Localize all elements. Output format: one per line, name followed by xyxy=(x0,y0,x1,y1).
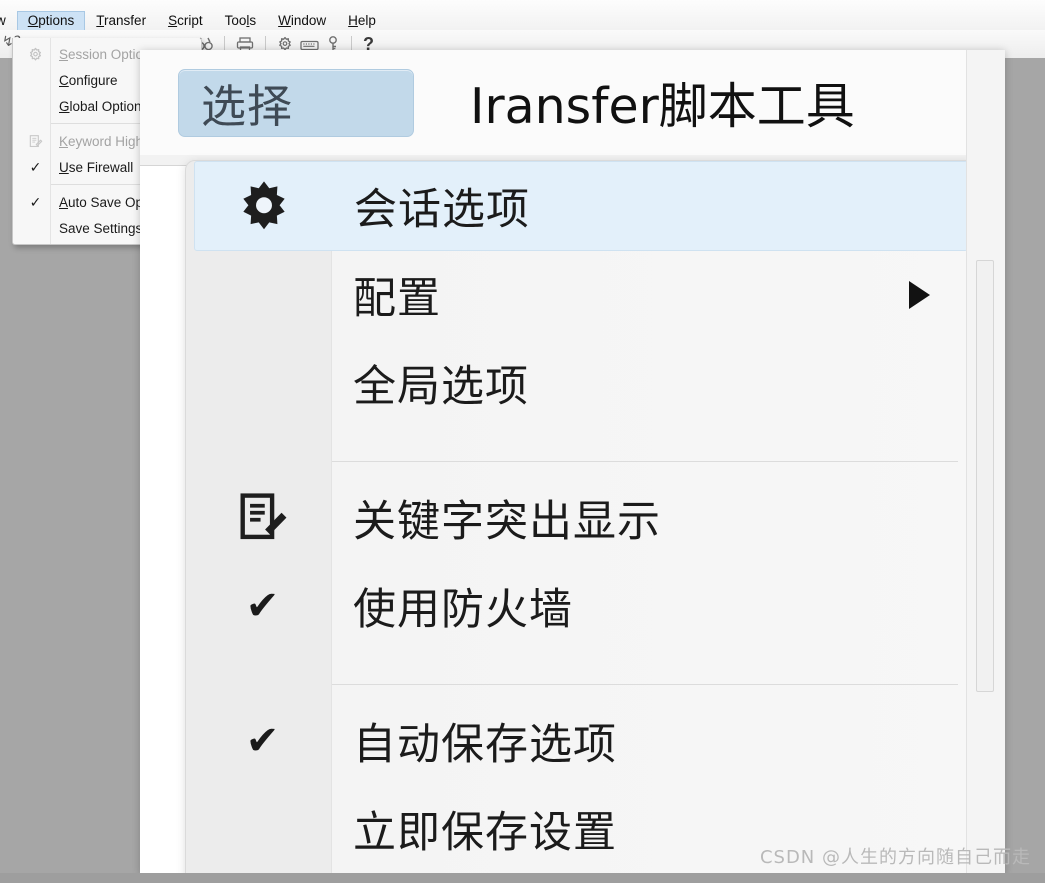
magnified-menu-gap xyxy=(186,427,976,449)
menu-bar-item-tools[interactable]: Tools xyxy=(214,11,268,31)
select-button-label: 选择 xyxy=(201,80,294,133)
magnified-menu-item-configure[interactable]: 配置 xyxy=(186,251,976,339)
document-edit-icon xyxy=(21,134,50,149)
magnified-menu-item-keyword-highlighting[interactable]: 关键字突出显示 xyxy=(186,474,976,562)
document-edit-icon xyxy=(194,490,331,546)
magnified-menu-item-use-firewall[interactable]: ✔ 使用防火墙 xyxy=(186,562,976,650)
menu-item-label: Use Firewall xyxy=(59,159,134,175)
keyboard-icon[interactable] xyxy=(300,38,319,51)
zoom-overlay-title: Iransfer脚本工具 xyxy=(470,78,855,135)
menu-bar-item-help[interactable]: Help xyxy=(337,11,387,31)
menu-bar: w Options Transfer Script Tools Window H… xyxy=(0,10,1045,31)
magnified-menu-item-session-options[interactable]: 会话选项 xyxy=(194,161,968,251)
zoom-overlay-panel: 选择 Iransfer脚本工具 会话选项 配置 全局选项 关键字突出显示 ✔ 使… xyxy=(140,50,1005,874)
application-window: w Options Transfer Script Tools Window H… xyxy=(0,0,1045,31)
menu-item-label: Configure xyxy=(59,72,118,88)
magnified-menu-item-label: 自动保存选项 xyxy=(353,720,617,770)
magnified-options-menu: 会话选项 配置 全局选项 关键字突出显示 ✔ 使用防火墙 ✔ 自动保存选项 立即… xyxy=(185,160,977,874)
magnified-menu-item-label: 会话选项 xyxy=(354,185,530,235)
menu-bar-item-options[interactable]: Options xyxy=(16,10,86,31)
menu-bar-item-window[interactable]: Window xyxy=(267,11,337,31)
submenu-arrow-icon xyxy=(909,281,930,309)
checkmark-icon: ✔ xyxy=(245,719,280,763)
bottom-strip xyxy=(0,873,1045,883)
magnified-menu-item-label: 配置 xyxy=(353,274,441,324)
watermark: CSDN @人生的方向随自己而走 xyxy=(759,847,1031,868)
zoom-overlay-header: 选择 Iransfer脚本工具 xyxy=(140,50,1005,156)
menu-bar-item-script[interactable]: Script xyxy=(157,11,214,31)
checkmark-icon: ✔ xyxy=(245,584,280,628)
gear-icon xyxy=(21,47,50,62)
magnified-menu-separator xyxy=(331,684,958,685)
magnified-menu-separator xyxy=(331,461,958,462)
magnified-menu-item-auto-save-options[interactable]: ✔ 自动保存选项 xyxy=(186,697,976,785)
menu-bar-item-clipped[interactable]: w xyxy=(0,11,17,31)
magnified-menu-item-label: 全局选项 xyxy=(353,362,529,412)
magnified-menu-item-global-options[interactable]: 全局选项 xyxy=(186,339,976,427)
checkmark-icon: ✓ xyxy=(29,194,42,210)
magnified-menu-item-label: 使用防火墙 xyxy=(353,585,573,635)
gear-icon xyxy=(195,177,332,235)
overlay-scrollbar-thumb[interactable] xyxy=(976,260,994,692)
checkmark-icon: ✓ xyxy=(29,159,42,175)
magnified-menu-item-label: 立即保存设置 xyxy=(353,808,617,858)
magnified-menu-item-label: 关键字突出显示 xyxy=(353,497,661,547)
overlay-scrollbar[interactable] xyxy=(966,50,1005,874)
menu-bar-item-transfer[interactable]: Transfer xyxy=(85,11,157,31)
magnified-menu-gap xyxy=(186,650,976,672)
select-button[interactable]: 选择 xyxy=(178,68,414,137)
